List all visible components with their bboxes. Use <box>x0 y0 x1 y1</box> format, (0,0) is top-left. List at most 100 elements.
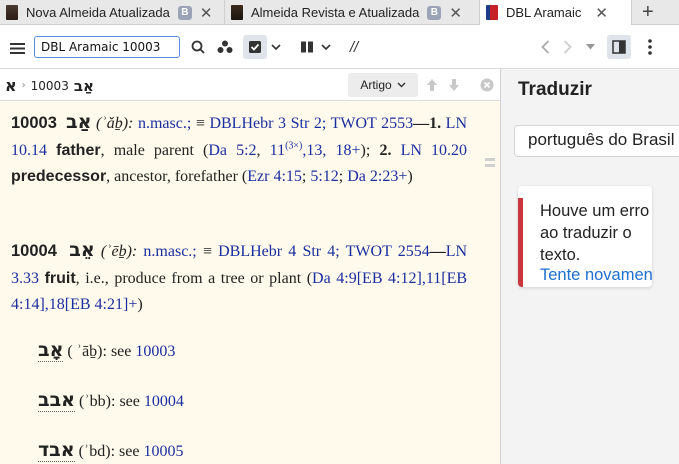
sense-description: , i.e., produce from a tree or plant ( <box>75 269 313 287</box>
entry-transliteration: (ʾēḇ): <box>100 243 138 260</box>
bible-ref-link[interactable]: Da 4:9 <box>312 270 357 287</box>
english-ref-link[interactable]: [EB 4:21] <box>65 296 129 313</box>
article-content: 10003 אַב (ʾǎḇ): n.masc.; ≡ DBLHebr 3 St… <box>0 101 500 464</box>
entry-headword: אַב <box>66 111 92 133</box>
parallel-button[interactable] <box>296 36 318 58</box>
panel-title: Traduzir <box>518 79 592 100</box>
bible-ref-link[interactable]: ,13, <box>302 142 326 159</box>
see-also-translit: ( ʾāḇ): see <box>67 343 132 360</box>
louw-nida-link[interactable]: LN 10.20 <box>401 142 467 159</box>
bible-ref-link[interactable]: ,18 <box>45 296 65 313</box>
breadcrumb-word[interactable]: אַב <box>74 77 94 95</box>
visual-filter-button[interactable] <box>214 36 236 58</box>
language-select[interactable]: português do Brasil <box>514 125 679 157</box>
tab-almeida-revista[interactable]: Almeida Revista e Atualizada B ✕ <box>225 0 480 25</box>
see-also-entry: אָב ( ʾāḇ): see 10003 <box>38 337 175 366</box>
panel-layout-button[interactable] <box>607 35 631 59</box>
bible-ref-link[interactable]: 5:12 <box>310 168 338 185</box>
ref-separator: , <box>256 141 270 159</box>
view-mode-dropdown[interactable]: Artigo <box>348 73 418 97</box>
ref-separator: ; <box>338 168 348 185</box>
close-icon[interactable]: ✕ <box>200 4 213 22</box>
sense-gloss: father <box>56 141 101 159</box>
bible-ref-link[interactable]: 11 <box>270 142 285 159</box>
ref-count: (3×) <box>285 140 303 152</box>
bible-ref-link[interactable]: 18+ <box>336 142 361 159</box>
entry-number: 10003 <box>11 114 57 132</box>
breadcrumb: א › 10003 אַב <box>5 76 94 95</box>
pos-link[interactable]: n.masc.; <box>143 243 196 260</box>
forward-button[interactable] <box>556 36 578 58</box>
new-tab-button[interactable]: + <box>632 0 664 25</box>
see-also-translit: (ʾbd): see <box>78 443 140 460</box>
back-button[interactable] <box>534 36 556 58</box>
dictionary-entry: 10004 אֵב (ʾēḇ): n.masc.; ≡ DBLHebr 4 St… <box>11 239 468 313</box>
bible-ref-link[interactable]: Ezr 4:15 <box>247 168 302 185</box>
reference-input[interactable]: DBL Aramaic 10003 <box>34 36 180 58</box>
book-icon <box>486 5 498 20</box>
previous-article-button[interactable] <box>421 74 443 96</box>
translate-panel: Traduzir português do Brasil Houve um er… <box>501 69 679 464</box>
tab-title: Nova Almeida Atualizada <box>26 5 170 20</box>
tab-title: Almeida Revista e Atualizada <box>251 5 420 20</box>
side-panel-icon <box>612 40 626 54</box>
tab-dbl-aramaic[interactable]: DBL Aramaic ✕ <box>480 0 632 25</box>
arrow-up-icon <box>427 79 437 91</box>
error-message: Houve um erro ao traduzir o texto. <box>540 202 650 264</box>
scroll-marker <box>485 164 495 167</box>
caret-down-icon <box>585 44 595 50</box>
sense-number: 1. <box>429 115 442 132</box>
equiv-symbol: ≡ <box>202 243 212 260</box>
bible-ref-link[interactable]: ,11 <box>422 270 441 287</box>
chevron-right-icon <box>563 40 572 54</box>
search-button[interactable] <box>187 36 209 58</box>
twot-link[interactable]: TWOT 2554 <box>346 243 430 260</box>
see-also-link[interactable]: 10004 <box>144 393 184 410</box>
bible-ref-link[interactable]: Da 5:2 <box>208 142 256 159</box>
close-article-button[interactable] <box>476 74 498 96</box>
view-mode-label: Artigo <box>360 78 392 92</box>
pos-link[interactable]: n.masc.; <box>138 115 191 132</box>
see-also-entry: אבב (ʾbb): see 10004 <box>38 387 184 416</box>
strong-link[interactable]: Str 4; <box>302 243 339 260</box>
breadcrumb-headword[interactable]: א <box>5 76 17 95</box>
checklist-dropdown[interactable] <box>268 36 284 58</box>
next-article-button[interactable] <box>443 74 465 96</box>
dbl-hebrew-link[interactable]: DBLHebr 3 <box>209 115 286 132</box>
strong-link[interactable]: Str 2; <box>291 115 327 132</box>
see-also-headword[interactable]: אָב <box>38 339 64 362</box>
english-ref-link[interactable]: [EB 4:12] <box>357 270 422 287</box>
close-circle-icon <box>480 78 494 92</box>
see-also-link[interactable]: 10003 <box>135 343 175 360</box>
checkbox-icon <box>249 41 261 53</box>
menu-button[interactable] <box>6 37 28 59</box>
error-indicator <box>518 198 523 287</box>
parallel-dropdown[interactable] <box>318 36 334 58</box>
bible-ref-link[interactable]: Da 2:23+ <box>347 168 407 185</box>
sense-gloss: fruit <box>44 269 76 287</box>
see-also-link[interactable]: 10005 <box>143 443 183 460</box>
checklist-button[interactable] <box>243 35 267 59</box>
dbl-hebrew-link[interactable]: DBLHebr 4 <box>218 243 296 260</box>
close-icon[interactable]: ✕ <box>449 4 462 22</box>
retry-link[interactable]: Tente novamente <box>540 266 652 285</box>
tab-nova-almeida[interactable]: Nova Almeida Atualizada B ✕ <box>0 0 225 25</box>
scroll-marker <box>485 158 495 161</box>
see-also-entry: אבד (ʾbd): see 10005 <box>38 437 183 464</box>
see-also-headword[interactable]: אבד <box>38 439 75 462</box>
twot-link[interactable]: TWOT 2553 <box>331 115 414 132</box>
breadcrumb-number[interactable]: 10003 <box>31 79 69 93</box>
kebab-menu-icon <box>648 39 652 55</box>
split-button[interactable]: // <box>343 36 365 58</box>
more-options-button[interactable] <box>639 36 661 58</box>
see-also-headword[interactable]: אבב <box>38 389 76 412</box>
dictionary-entry: 10003 אַב (ʾǎḇ): n.masc.; ≡ DBLHebr 3 St… <box>11 111 468 185</box>
chevron-down-icon <box>271 43 281 50</box>
ref-more[interactable]: + <box>128 296 137 313</box>
plus-icon: + <box>642 1 654 23</box>
equiv-symbol: ≡ <box>195 115 205 132</box>
close-icon[interactable]: ✕ <box>595 4 608 22</box>
history-dropdown[interactable] <box>582 36 598 58</box>
ref-close: ); <box>360 141 380 159</box>
sense-gloss: predecessor <box>11 168 107 185</box>
